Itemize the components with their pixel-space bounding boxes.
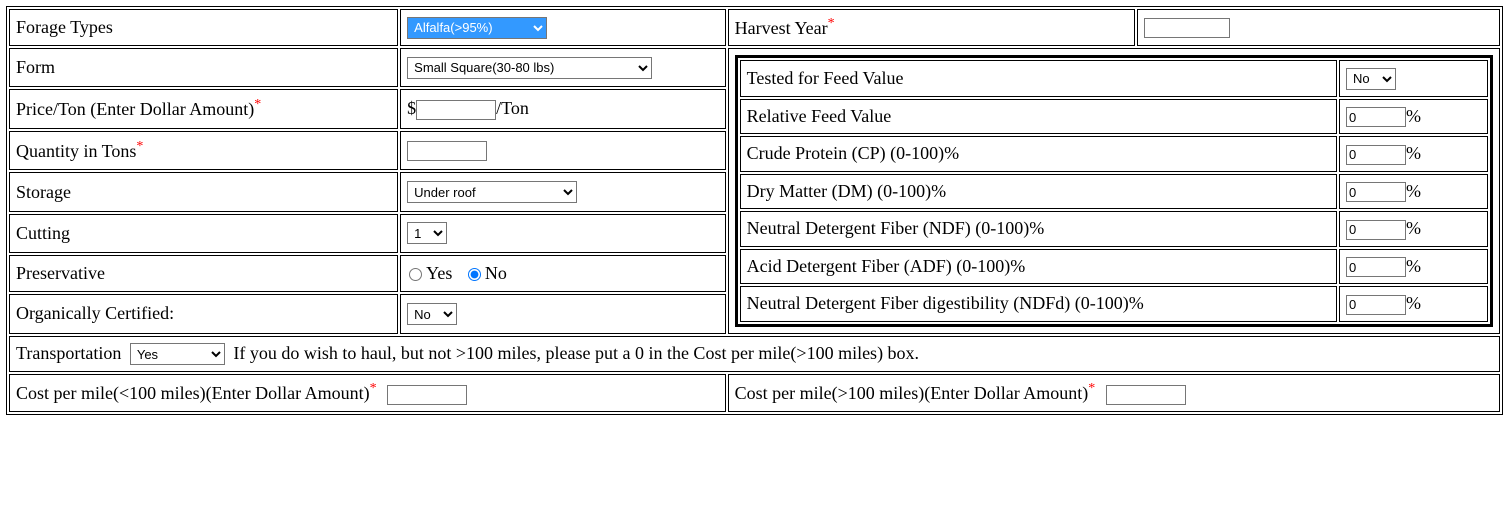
harvest-year-input[interactable] bbox=[1144, 18, 1230, 38]
form-label: Form bbox=[9, 48, 398, 87]
cutting-select[interactable]: 1 bbox=[407, 222, 447, 244]
cp-suffix: % bbox=[1406, 143, 1421, 163]
quantity-input[interactable] bbox=[407, 141, 487, 161]
storage-label: Storage bbox=[9, 172, 398, 211]
rfv-input[interactable] bbox=[1346, 107, 1406, 127]
required-asterisk: * bbox=[370, 381, 377, 396]
transport-select[interactable]: Yes bbox=[130, 343, 225, 365]
ndf-input[interactable] bbox=[1346, 220, 1406, 240]
required-asterisk: * bbox=[1088, 381, 1095, 396]
price-input[interactable] bbox=[416, 100, 496, 120]
ndf-label: Neutral Detergent Fiber (NDF) (0-100)% bbox=[740, 211, 1337, 247]
preservative-no-radio[interactable] bbox=[468, 268, 481, 281]
adf-input[interactable] bbox=[1346, 257, 1406, 277]
adf-label: Acid Detergent Fiber (ADF) (0-100)% bbox=[740, 249, 1337, 285]
ndfd-suffix: % bbox=[1406, 293, 1421, 313]
dm-suffix: % bbox=[1406, 181, 1421, 201]
transport-label: Transportation bbox=[16, 343, 121, 363]
ndf-suffix: % bbox=[1406, 218, 1421, 238]
organic-select[interactable]: No bbox=[407, 303, 457, 325]
price-label: Price/Ton (Enter Dollar Amount) bbox=[16, 99, 254, 119]
preservative-yes-option[interactable]: Yes bbox=[407, 263, 452, 283]
cost-gt-label: Cost per mile(>100 miles)(Enter Dollar A… bbox=[735, 383, 1089, 403]
adf-suffix: % bbox=[1406, 256, 1421, 276]
price-prefix: $ bbox=[407, 98, 416, 118]
cutting-label: Cutting bbox=[9, 214, 398, 253]
rfv-suffix: % bbox=[1406, 106, 1421, 126]
quantity-label: Quantity in Tons bbox=[16, 141, 136, 161]
feed-value-table: Tested for Feed Value No Relative Feed V… bbox=[735, 55, 1493, 327]
required-asterisk: * bbox=[136, 139, 143, 154]
cost-gt-input[interactable] bbox=[1106, 385, 1186, 405]
ndfd-input[interactable] bbox=[1346, 295, 1406, 315]
required-asterisk: * bbox=[828, 16, 835, 31]
form-select[interactable]: Small Square(30-80 lbs) bbox=[407, 57, 652, 79]
harvest-year-label: Harvest Year bbox=[735, 18, 828, 38]
required-asterisk: * bbox=[254, 97, 261, 112]
dm-label: Dry Matter (DM) (0-100)% bbox=[740, 174, 1337, 210]
preservative-yes-radio[interactable] bbox=[409, 268, 422, 281]
tested-label: Tested for Feed Value bbox=[740, 60, 1337, 97]
dm-input[interactable] bbox=[1346, 182, 1406, 202]
preservative-label: Preservative bbox=[9, 255, 398, 293]
transport-note: If you do wish to haul, but not >100 mil… bbox=[233, 343, 919, 363]
cp-input[interactable] bbox=[1346, 145, 1406, 165]
cost-lt-input[interactable] bbox=[387, 385, 467, 405]
forage-types-select[interactable]: Alfalfa(>95%) bbox=[407, 17, 547, 39]
ndfd-label: Neutral Detergent Fiber digestibility (N… bbox=[740, 286, 1337, 322]
forage-form-table: Forage Types Alfalfa(>95%) Harvest Year*… bbox=[6, 6, 1503, 415]
cost-lt-label: Cost per mile(<100 miles)(Enter Dollar A… bbox=[16, 383, 370, 403]
rfv-label: Relative Feed Value bbox=[740, 99, 1337, 135]
tested-select[interactable]: No bbox=[1346, 68, 1396, 90]
preservative-no-option[interactable]: No bbox=[466, 263, 507, 283]
storage-select[interactable]: Under roof bbox=[407, 181, 577, 203]
organic-label: Organically Certified: bbox=[9, 294, 398, 333]
forage-types-label: Forage Types bbox=[9, 9, 398, 46]
cp-label: Crude Protein (CP) (0-100)% bbox=[740, 136, 1337, 172]
price-suffix: /Ton bbox=[496, 98, 529, 118]
